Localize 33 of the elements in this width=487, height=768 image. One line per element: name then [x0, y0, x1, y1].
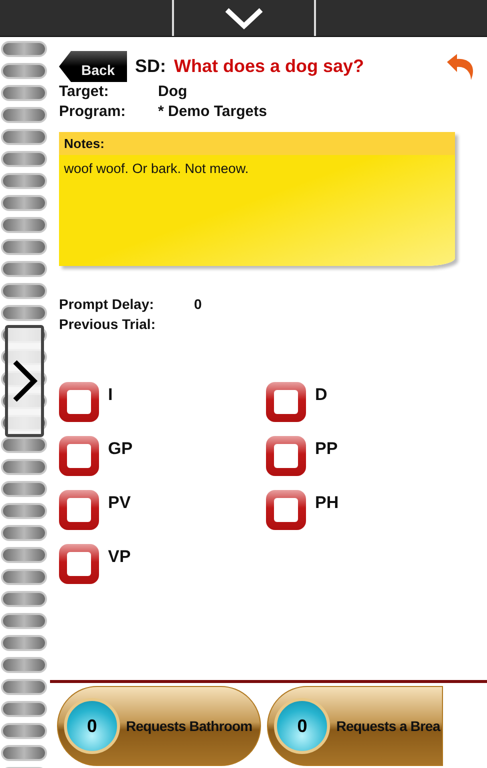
- counter-button[interactable]: 0 Requests Bathroom: [57, 686, 262, 766]
- sd-label: SD:: [135, 56, 166, 77]
- count-badge: 0: [274, 698, 330, 754]
- notes-title: Notes:: [59, 132, 455, 155]
- field-value: 0: [194, 295, 202, 314]
- checkbox[interactable]: [266, 490, 306, 530]
- checkbox-label: D: [315, 385, 328, 405]
- field-value: * Demo Targets: [158, 102, 267, 122]
- checkbox[interactable]: [266, 382, 306, 422]
- counter-button[interactable]: 0 Requests a Brea: [267, 686, 443, 766]
- checkbox-label: PV: [108, 493, 131, 513]
- checkbox-label: VP: [108, 547, 131, 567]
- notes-text: woof woof. Or bark. Not meow.: [63, 160, 250, 178]
- field-label: Prompt Delay:: [59, 295, 155, 314]
- checkbox-label: I: [108, 385, 113, 405]
- field-label: Program:: [59, 102, 127, 122]
- field-value: Dog: [158, 82, 188, 102]
- checkbox[interactable]: [59, 490, 99, 530]
- field-label: Target:: [59, 82, 110, 102]
- field-label: Previous Trial:: [59, 315, 156, 334]
- checkbox[interactable]: [59, 436, 99, 476]
- checkbox[interactable]: [59, 382, 99, 422]
- back-button[interactable]: Back: [59, 51, 127, 82]
- checkbox-label: PH: [315, 493, 339, 513]
- checkbox-label: PP: [315, 439, 338, 459]
- checkbox-label: GP: [108, 439, 133, 459]
- checkbox[interactable]: [266, 436, 306, 476]
- checkbox[interactable]: [59, 544, 99, 584]
- chevron-right-icon: [12, 359, 38, 403]
- side-drawer-handle[interactable]: [5, 325, 44, 437]
- sd-text: What does a dog say?: [174, 56, 366, 77]
- chevron-down-icon[interactable]: [224, 6, 264, 30]
- count-badge: 0: [64, 698, 120, 754]
